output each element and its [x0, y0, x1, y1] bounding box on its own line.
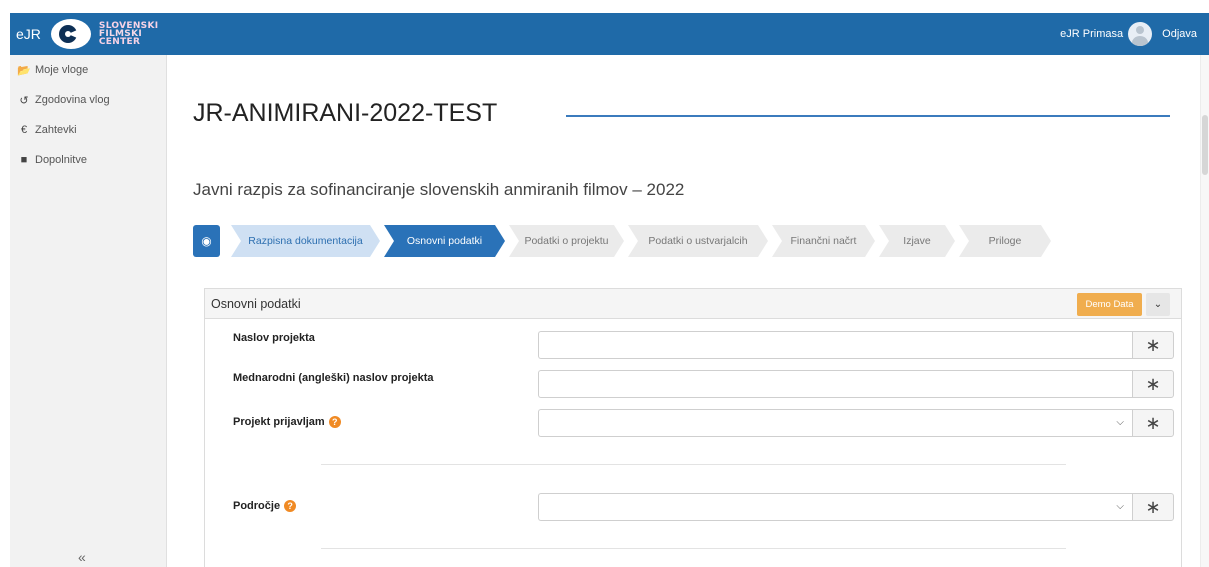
- history-icon: ↺: [19, 94, 29, 107]
- step-podatki-o-projektu[interactable]: Podatki o projektu: [509, 225, 624, 257]
- page-subtitle: Javni razpis za sofinanciranje slovenski…: [193, 180, 685, 199]
- help-icon[interactable]: ?: [328, 416, 341, 428]
- podrocje-field: ⌵ ∗: [538, 493, 1174, 521]
- osnovni-podatki-panel: Osnovni podatki Demo Data ⌄ Naslov proje…: [204, 288, 1182, 567]
- field-label-naslov-projekta: Naslov projekta: [233, 332, 315, 344]
- chevron-down-icon: ⌵: [1116, 501, 1124, 512]
- page-title: JR-ANIMIRANI-2022-TEST: [193, 99, 498, 127]
- projekt-prijavljam-field: ⌵ ∗: [538, 409, 1174, 437]
- panel-header: Osnovni podatki: [205, 289, 1181, 319]
- sidebar-item-zgodovina-vlog[interactable]: ↺ Zgodovina vlog: [10, 85, 166, 115]
- eye-icon[interactable]: ◉: [193, 225, 220, 257]
- required-icon: ∗: [1132, 370, 1174, 398]
- label-text: Projekt prijavljam: [233, 416, 325, 428]
- sfc-logo-icon: [50, 19, 91, 49]
- logo-line: CENTER: [98, 37, 141, 47]
- step-financni-nacrt[interactable]: Finančni načrt: [772, 225, 875, 257]
- naslov-projekta-field: ∗: [538, 331, 1174, 359]
- sidebar-collapse-icon[interactable]: «: [78, 549, 86, 565]
- chevron-down-icon: ⌵: [1116, 417, 1124, 428]
- demo-data-button[interactable]: Demo Data: [1077, 293, 1142, 316]
- user-name[interactable]: eJR Primasa: [1060, 28, 1123, 40]
- page-scrollbar[interactable]: [1200, 55, 1209, 567]
- required-icon: ∗: [1132, 409, 1174, 437]
- step-razpisna-dokumentacija[interactable]: Razpisna dokumentacija: [231, 225, 380, 257]
- logo-text: SLOVENSKI FILMSKI CENTER: [98, 22, 158, 47]
- section-divider: [321, 548, 1066, 549]
- step-podatki-o-ustvarjalcih[interactable]: Podatki o ustvarjalcih: [628, 225, 768, 257]
- sidebar-item-label: Zgodovina vlog: [35, 94, 110, 106]
- help-icon[interactable]: ?: [284, 500, 297, 512]
- projekt-prijavljam-select[interactable]: ⌵: [538, 409, 1132, 437]
- top-navbar: eJR SLOVENSKI FILMSKI CENTER eJR Primasa…: [10, 13, 1209, 55]
- sidebar-item-label: Dopolnitve: [35, 154, 87, 166]
- label-text: Naslov projekta: [233, 332, 315, 344]
- avatar[interactable]: [1128, 22, 1153, 46]
- scrollbar-thumb[interactable]: [1202, 115, 1208, 175]
- sidebar: 📂 Moje vloge ↺ Zgodovina vlog € Zahtevki…: [10, 55, 167, 567]
- section-divider: [321, 464, 1066, 465]
- sidebar-item-label: Zahtevki: [35, 124, 77, 136]
- mednarodni-naslov-field: ∗: [538, 370, 1174, 398]
- sidebar-item-moje-vloge[interactable]: 📂 Moje vloge: [10, 55, 166, 85]
- brand-name[interactable]: eJR: [16, 26, 41, 42]
- file-icon: ■: [20, 154, 28, 166]
- logout-link[interactable]: Odjava: [1162, 28, 1197, 40]
- sidebar-item-dopolnitve[interactable]: ■ Dopolnitve: [10, 145, 166, 175]
- field-label-mednarodni-naslov: Mednarodni (angleški) naslov projekta: [233, 372, 434, 384]
- naslov-projekta-input[interactable]: [538, 331, 1132, 359]
- folder-open-icon: 📂: [17, 64, 31, 77]
- label-text: Področje: [233, 500, 281, 512]
- step-priloge[interactable]: Priloge: [959, 225, 1051, 257]
- podrocje-select[interactable]: ⌵: [538, 493, 1132, 521]
- required-icon: ∗: [1132, 493, 1174, 521]
- euro-icon: €: [20, 124, 28, 136]
- chevron-down-icon[interactable]: ⌄: [1146, 293, 1170, 316]
- sidebar-item-zahtevki[interactable]: € Zahtevki: [10, 115, 166, 145]
- field-label-podrocje: Področje ?: [233, 500, 297, 512]
- panel-title: Osnovni podatki: [211, 296, 301, 311]
- field-label-projekt-prijavljam: Projekt prijavljam ?: [233, 416, 341, 428]
- label-text: Mednarodni (angleški) naslov projekta: [233, 372, 434, 384]
- mednarodni-naslov-input[interactable]: [538, 370, 1132, 398]
- sidebar-item-label: Moje vloge: [35, 64, 89, 76]
- step-izjave[interactable]: Izjave: [879, 225, 955, 257]
- step-osnovni-podatki[interactable]: Osnovni podatki: [384, 225, 505, 257]
- required-icon: ∗: [1132, 331, 1174, 359]
- title-divider: [566, 115, 1170, 117]
- user-area: eJR Primasa Odjava: [1060, 22, 1209, 46]
- brand[interactable]: eJR SLOVENSKI FILMSKI CENTER: [10, 19, 158, 49]
